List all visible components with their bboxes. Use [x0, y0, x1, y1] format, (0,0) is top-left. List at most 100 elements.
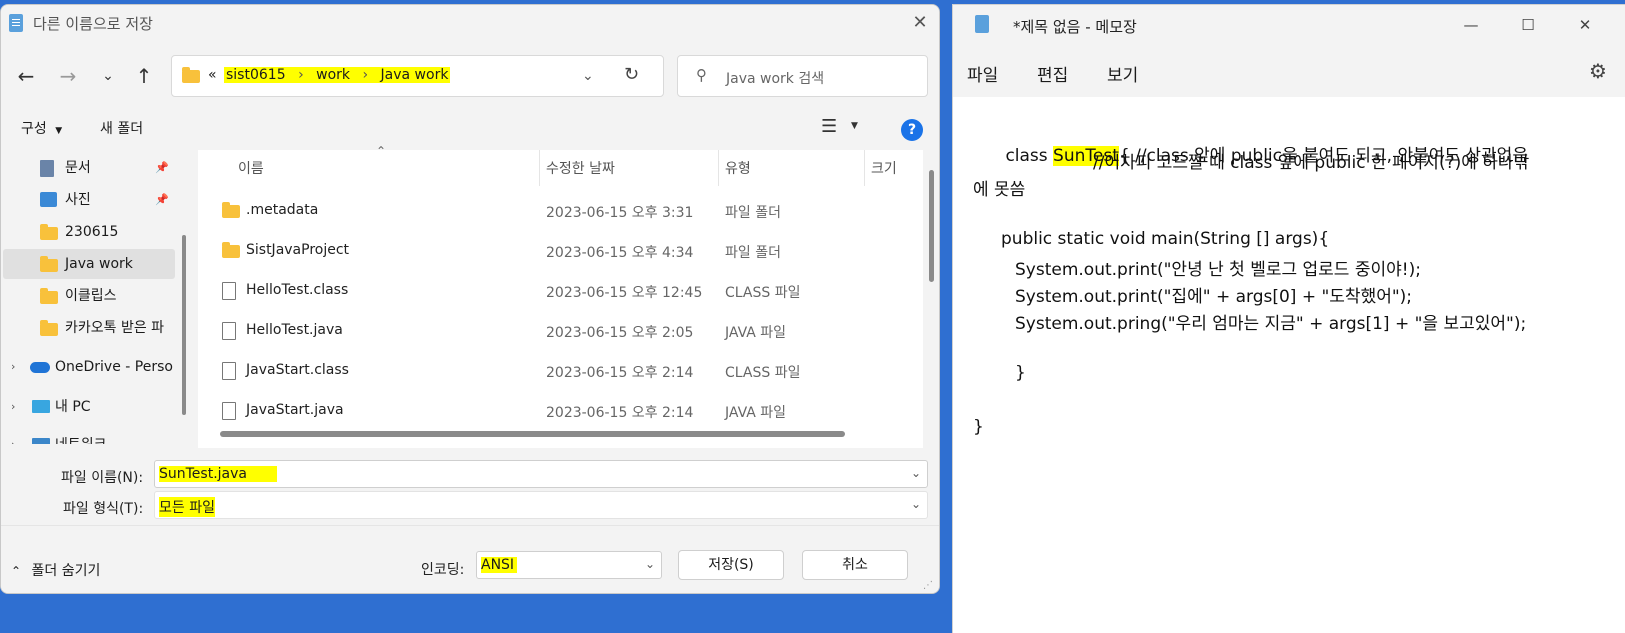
notepad-window: *제목 없음 - 메모장 — ☐ ✕ 파일 편집 보기 ⚙ class SunT…	[952, 4, 1625, 633]
code-line: //어차피 코드짤 때 class 앞에 public 한 페이지(?)에 하나…	[1093, 153, 1530, 173]
table-row[interactable]: JavaStart.class 2023-06-15 오후 2:14 CLASS…	[198, 351, 923, 391]
sort-up-icon: ⌃	[376, 144, 387, 158]
column-divider[interactable]	[539, 150, 540, 186]
filename-field[interactable]: SunTest.java ⌄	[154, 460, 928, 488]
filetype-label: 파일 형식(T):	[63, 501, 144, 517]
chevron-down-icon[interactable]: ⌄	[911, 466, 921, 480]
refresh-icon[interactable]: ↻	[624, 64, 639, 85]
encoding-label: 인코딩:	[421, 562, 465, 578]
folder-icon	[40, 256, 58, 272]
close-icon[interactable]: ✕	[906, 9, 934, 37]
back-icon[interactable]: ←	[11, 61, 41, 91]
chevron-down-icon[interactable]: ⌄	[645, 557, 655, 571]
column-header-size[interactable]: 크기	[871, 158, 897, 178]
search-icon: ⚲	[696, 66, 707, 84]
file-icon	[222, 322, 236, 340]
breadcrumb-sist0615[interactable]: sist0615 › work › Java work	[224, 67, 451, 83]
file-date: 2023-06-15 오후 2:14	[546, 365, 694, 381]
table-row[interactable]: .metadata 2023-06-15 오후 3:31 파일 폴더	[198, 191, 923, 231]
filetype-select[interactable]: 모든 파일 ⌄	[154, 491, 928, 519]
menu-view[interactable]: 보기	[1107, 61, 1138, 86]
column-divider[interactable]	[718, 150, 719, 186]
chevron-right-icon[interactable]: ›	[11, 352, 15, 382]
sidebar-item-label: 내 PC	[55, 399, 91, 415]
sidebar-item-pictures[interactable]: 사진 📌	[3, 185, 175, 215]
file-date: 2023-06-15 오후 3:31	[546, 205, 694, 221]
address-dropdown-icon[interactable]: ⌄	[582, 68, 594, 84]
sidebar-item-documents[interactable]: 문서 📌	[3, 153, 175, 183]
view-options-icon[interactable]: ☰	[821, 116, 837, 137]
file-type: JAVA 파일	[725, 325, 787, 341]
gear-icon[interactable]: ⚙	[1589, 59, 1607, 83]
file-date: 2023-06-15 오후 4:34	[546, 245, 694, 261]
nav-scrollbar[interactable]	[182, 235, 186, 415]
sidebar-item-eclipse[interactable]: 이클립스	[3, 281, 175, 311]
table-row[interactable]: HelloTest.java 2023-06-15 오후 2:05 JAVA 파…	[198, 311, 923, 351]
save-as-dialog: 다른 이름으로 저장 ✕ ← → ⌄ ↑ « sist0615 › work ›…	[0, 4, 940, 594]
file-type: 파일 폴더	[725, 205, 781, 221]
folder-icon	[222, 202, 240, 218]
chevron-down-icon[interactable]: ▼	[851, 121, 858, 131]
file-type: 파일 폴더	[725, 245, 781, 261]
notepad-title: *제목 없음 - 메모장	[1013, 18, 1137, 36]
breadcrumb-label: sist0615	[226, 67, 286, 83]
save-button[interactable]: 저장(S)	[678, 550, 784, 580]
hide-folders-button[interactable]: ⌃ 폴더 숨기기	[11, 560, 100, 580]
chevron-right-icon[interactable]: ›	[11, 392, 15, 422]
code-line: System.out.print("집에" + args[0] + "도착했어"…	[1015, 287, 1413, 307]
resize-grip-icon[interactable]: ⋰	[923, 580, 933, 591]
sidebar-item-kakaotalk[interactable]: 카카오톡 받은 파	[3, 313, 175, 343]
file-date: 2023-06-15 오후 12:45	[546, 285, 703, 301]
pc-icon	[32, 400, 50, 413]
close-icon[interactable]: ✕	[1570, 13, 1600, 37]
folder-icon	[40, 224, 58, 240]
sidebar-item-network[interactable]: › 네트워크	[3, 430, 175, 444]
file-icon	[222, 282, 236, 300]
organize-button[interactable]: 구성 ▼	[21, 118, 62, 138]
encoding-select[interactable]: ANSI ⌄	[476, 551, 662, 579]
minimize-icon[interactable]: —	[1456, 13, 1486, 37]
column-header-type[interactable]: 유형	[725, 158, 751, 178]
sidebar-item-label: 사진	[65, 192, 91, 208]
breadcrumb-overflow[interactable]: «	[208, 67, 217, 83]
table-row[interactable]: SistJavaProject 2023-06-15 오후 4:34 파일 폴더	[198, 231, 923, 271]
menu-edit[interactable]: 편집	[1037, 61, 1068, 86]
sidebar-item-onedrive[interactable]: › OneDrive - Perso	[3, 352, 175, 382]
address-bar[interactable]: « sist0615 › work › Java work ⌄ ↻	[171, 55, 664, 97]
chevron-down-icon: ▼	[55, 126, 63, 136]
sidebar-item-java-work[interactable]: Java work	[3, 249, 175, 279]
dialog-toolbar: 구성 ▼ 새 폴더 ☰ ▼	[1, 108, 939, 148]
column-header-name[interactable]: 이름	[238, 158, 264, 178]
file-list-horizontal-scrollbar[interactable]	[220, 431, 845, 437]
sidebar-item-label: 이클립스	[65, 288, 117, 304]
recent-locations-icon[interactable]: ⌄	[93, 61, 123, 91]
chevron-right-icon[interactable]: ›	[11, 430, 15, 444]
forward-icon[interactable]: →	[53, 61, 83, 91]
hide-folders-label: 폴더 숨기기	[31, 563, 101, 579]
chevron-down-icon[interactable]: ⌄	[911, 497, 921, 511]
search-placeholder: Java work 검색	[726, 71, 825, 87]
network-icon	[32, 438, 50, 444]
sidebar-item-230615[interactable]: 230615	[3, 217, 175, 247]
help-icon[interactable]: ?	[901, 119, 923, 141]
sidebar-item-label: Java work	[65, 256, 133, 272]
column-divider[interactable]	[864, 150, 865, 186]
dialog-title: 다른 이름으로 저장	[33, 15, 153, 33]
file-name: JavaStart.class	[246, 362, 349, 378]
new-folder-button[interactable]: 새 폴더	[100, 118, 143, 138]
table-row[interactable]: HelloTest.class 2023-06-15 오후 12:45 CLAS…	[198, 271, 923, 311]
table-row[interactable]: JavaStart.java 2023-06-15 오후 2:14 JAVA 파…	[198, 391, 923, 431]
menu-file[interactable]: 파일	[967, 61, 998, 86]
sidebar-item-this-pc[interactable]: › 내 PC	[3, 392, 175, 422]
up-icon[interactable]: ↑	[129, 61, 159, 91]
text-editor[interactable]: class SunTest{ //class 앞에 public을 붙여도 되고…	[953, 97, 1625, 633]
folder-icon	[222, 242, 240, 258]
notepad-icon	[9, 14, 23, 32]
search-box[interactable]: ⚲ Java work 검색	[677, 55, 928, 97]
file-list: ⌃ 이름 수정한 날짜 유형 크기 .metadata 2023-06-15 오…	[198, 144, 923, 448]
notepad-title-bar: *제목 없음 - 메모장 — ☐ ✕	[953, 5, 1625, 45]
file-list-vertical-scrollbar[interactable]	[929, 170, 934, 282]
cancel-button[interactable]: 취소	[802, 550, 908, 580]
column-header-modified[interactable]: 수정한 날짜	[546, 158, 615, 178]
maximize-icon[interactable]: ☐	[1513, 13, 1543, 37]
